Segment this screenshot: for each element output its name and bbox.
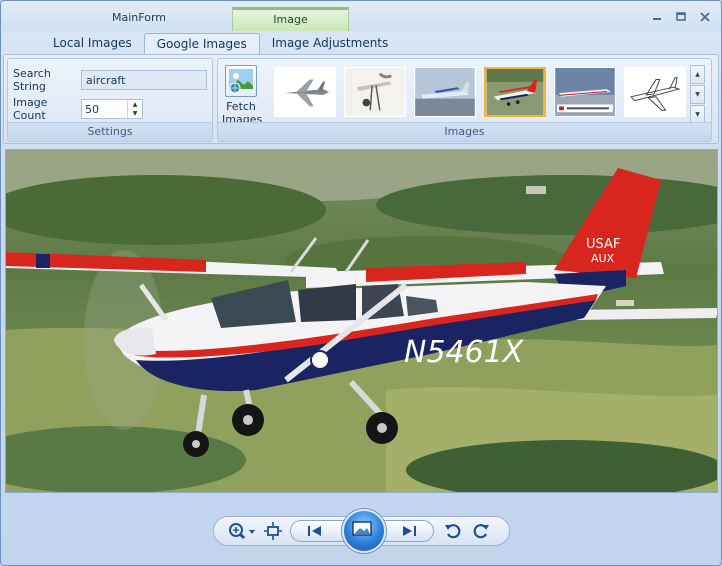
gallery-scroll-up-icon[interactable]: ▲	[690, 65, 705, 84]
images-group: Fetch Images ▲ ▼ ▼ Images	[217, 58, 712, 142]
first-icon	[308, 526, 321, 536]
images-group-label: Images	[218, 122, 711, 141]
settings-group: Search String Image Count ▲ ▼ Settings	[7, 58, 213, 142]
zoom-button[interactable]	[226, 521, 258, 541]
search-row: Search String	[13, 67, 207, 93]
main-image-view: USAF AUX N5461X	[5, 149, 718, 493]
gallery-scroll: ▲ ▼ ▼	[690, 65, 705, 124]
first-image-button[interactable]	[305, 523, 325, 539]
thumbnail-blue-prop-plane[interactable]	[414, 67, 476, 117]
rotate-left-button[interactable]	[442, 521, 464, 541]
view-icon	[352, 521, 372, 536]
registration-text: N5461X	[404, 335, 525, 370]
view-image-button[interactable]	[342, 509, 386, 553]
minimize-icon[interactable]	[647, 9, 667, 25]
fetch-images-button[interactable]: Fetch Images	[222, 63, 262, 126]
viewer-toolbar	[213, 509, 510, 553]
close-icon[interactable]	[695, 9, 715, 25]
thumbnail-antique-aircraft[interactable]	[344, 67, 406, 117]
gallery-scroll-down-icon[interactable]: ▼	[690, 85, 705, 104]
stepper-buttons: ▲ ▼	[127, 100, 142, 118]
settings-group-label: Settings	[8, 122, 212, 141]
window-controls	[647, 9, 715, 25]
tail-text-aux: AUX	[591, 252, 615, 265]
title-bar: MainForm Image	[1, 1, 721, 31]
thumbnail-red-white-prop-plane[interactable]	[484, 67, 546, 117]
fit-button[interactable]	[262, 521, 284, 541]
aircraft-photo: USAF AUX N5461X	[6, 150, 717, 492]
search-input[interactable]	[81, 70, 207, 90]
ribbon-panel: Search String Image Count ▲ ▼ Settings	[3, 54, 719, 144]
image-gallery	[268, 65, 688, 121]
rotate-left-icon	[445, 524, 461, 539]
search-string-label: Search String	[13, 67, 51, 93]
image-count-input[interactable]	[82, 100, 132, 118]
maximize-icon[interactable]	[671, 9, 691, 25]
fetch-label-line1: Fetch	[226, 100, 256, 113]
last-icon	[403, 526, 416, 536]
rotate-right-button[interactable]	[470, 521, 492, 541]
count-row: Image Count ▲ ▼	[13, 96, 143, 122]
zoom-icon	[229, 523, 255, 540]
last-image-button[interactable]	[399, 523, 419, 539]
context-tab-image[interactable]: Image	[232, 7, 349, 31]
thumbnail-jet-fighter[interactable]	[274, 67, 336, 117]
thumbnail-airliner-ad[interactable]	[554, 67, 616, 117]
fit-icon	[264, 522, 282, 540]
rotate-right-icon	[473, 524, 489, 539]
image-count-stepper[interactable]: ▲ ▼	[81, 99, 143, 119]
main-window: MainForm Image Local Images Google Image…	[0, 0, 722, 566]
tab-image-adjustments[interactable]: Image Adjustments	[260, 33, 401, 54]
stepper-down-icon[interactable]: ▼	[128, 109, 142, 118]
thumbnail-jet-line-drawing[interactable]	[624, 67, 686, 117]
stepper-up-icon[interactable]: ▲	[128, 100, 142, 109]
picture-icon	[225, 65, 257, 97]
image-count-label: Image Count	[13, 96, 48, 122]
ribbon-tabs: Local Images Google Images Image Adjustm…	[41, 33, 400, 55]
tab-local-images[interactable]: Local Images	[41, 33, 144, 54]
tab-google-images[interactable]: Google Images	[143, 33, 260, 55]
tail-text-usaf: USAF	[586, 237, 620, 252]
